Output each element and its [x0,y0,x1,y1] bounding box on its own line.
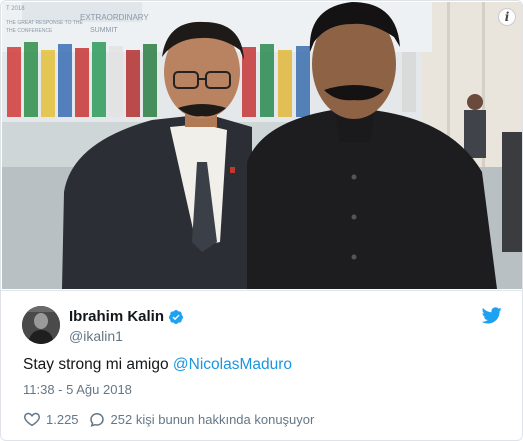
embedded-tweet-card: EXTRAORDINARY SUMMIT T 2018 THE GREAT RE… [0,0,523,441]
banner-subtitle: SUMMIT [90,27,118,34]
like-count: 1.225 [46,411,79,427]
banner-left-text: THE GREAT RESPONSE TO THE [6,20,83,26]
tweet-body: Ibrahim Kalin @ikalin1 Stay strong mi am… [1,290,522,440]
author-row: Ibrahim Kalin [69,308,184,325]
tweet-text: Stay strong mi amigo @NicolasMaduro [23,356,292,374]
like-button[interactable]: 1.225 [23,410,79,428]
verified-badge-icon [169,309,184,324]
info-icon[interactable]: i [498,8,516,26]
author-name[interactable]: Ibrahim Kalin [69,308,164,325]
author-handle[interactable]: @ikalin1 [69,328,123,344]
twitter-bird-icon[interactable] [482,307,502,324]
heart-icon [24,412,40,427]
reply-button[interactable]: 252 kişi bunun hakkında konuşuyor [88,410,315,428]
photo-illustration: EXTRAORDINARY SUMMIT T 2018 THE GREAT RE… [2,2,522,289]
avatar-image [22,306,60,344]
speech-bubble-icon [89,412,104,427]
banner-left-text-2: THE CONFERENCE [6,28,53,34]
tweet-photo[interactable]: EXTRAORDINARY SUMMIT T 2018 THE GREAT RE… [2,2,522,289]
mention-link[interactable]: @NicolasMaduro [173,356,292,373]
tweet-actions: 1.225 252 kişi bunun hakkında konuşuyor [23,410,314,428]
conversation-count: 252 kişi bunun hakkında konuşuyor [110,411,315,427]
banner-top-left-text: T 2018 [6,6,25,12]
avatar[interactable] [22,306,60,344]
banner-title: EXTRAORDINARY [80,13,149,22]
tweet-timestamp[interactable]: 11:38 - 5 Ağu 2018 [23,382,132,397]
tweet-text-body: Stay strong mi amigo [23,356,173,373]
